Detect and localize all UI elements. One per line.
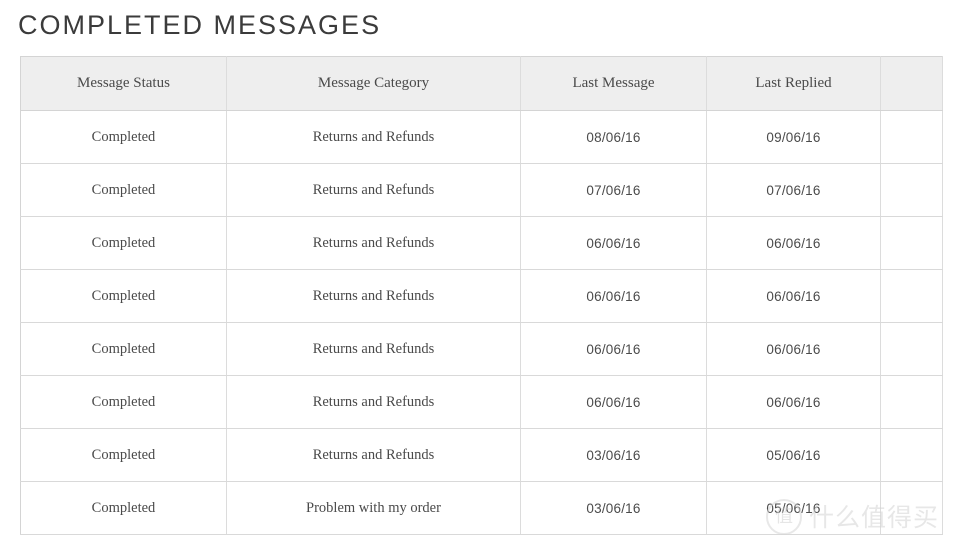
table-row[interactable]: Completed Returns and Refunds 07/06/16 0…: [20, 163, 943, 217]
cell-actions[interactable]: [880, 269, 943, 323]
cell-last-message: 06/06/16: [520, 322, 707, 376]
cell-last-replied: 09/06/16: [706, 110, 881, 164]
cell-actions[interactable]: [880, 322, 943, 376]
cell-last-replied: 05/06/16: [706, 481, 881, 535]
page-title: COMPLETED MESSAGES: [18, 10, 382, 40]
cell-message-category: Returns and Refunds: [226, 375, 521, 429]
cell-actions[interactable]: [880, 110, 943, 164]
cell-message-status: Completed: [20, 110, 227, 164]
column-header-message-category[interactable]: Message Category: [226, 56, 521, 111]
cell-last-message: 06/06/16: [520, 216, 707, 270]
column-header-last-message[interactable]: Last Message: [520, 56, 707, 111]
cell-actions[interactable]: [880, 375, 943, 429]
table-row[interactable]: Completed Returns and Refunds 03/06/16 0…: [20, 428, 943, 482]
cell-message-status: Completed: [20, 269, 227, 323]
table-body: Completed Returns and Refunds 08/06/16 0…: [20, 110, 943, 535]
column-header-actions: [880, 56, 943, 111]
cell-message-status: Completed: [20, 163, 227, 217]
completed-messages-table-container: Message Status Message Category Last Mes…: [20, 56, 943, 535]
cell-message-status: Completed: [20, 322, 227, 376]
cell-message-category: Returns and Refunds: [226, 428, 521, 482]
table-row[interactable]: Completed Returns and Refunds 06/06/16 0…: [20, 375, 943, 429]
cell-message-category: Problem with my order: [226, 481, 521, 535]
column-header-message-status[interactable]: Message Status: [20, 56, 227, 111]
cell-last-message: 07/06/16: [520, 163, 707, 217]
cell-last-replied: 06/06/16: [706, 216, 881, 270]
table-row[interactable]: Completed Returns and Refunds 08/06/16 0…: [20, 110, 943, 164]
cell-last-message: 03/06/16: [520, 428, 707, 482]
table-row[interactable]: Completed Problem with my order 03/06/16…: [20, 481, 943, 535]
cell-last-message: 06/06/16: [520, 269, 707, 323]
table-header-row: Message Status Message Category Last Mes…: [20, 56, 943, 111]
cell-message-status: Completed: [20, 216, 227, 270]
cell-last-replied: 06/06/16: [706, 322, 881, 376]
cell-last-message: 03/06/16: [520, 481, 707, 535]
cell-message-category: Returns and Refunds: [226, 322, 521, 376]
cell-last-message: 08/06/16: [520, 110, 707, 164]
table-row[interactable]: Completed Returns and Refunds 06/06/16 0…: [20, 269, 943, 323]
cell-message-category: Returns and Refunds: [226, 163, 521, 217]
table-row[interactable]: Completed Returns and Refunds 06/06/16 0…: [20, 216, 943, 270]
cell-last-replied: 06/06/16: [706, 269, 881, 323]
cell-actions[interactable]: [880, 163, 943, 217]
table-row[interactable]: Completed Returns and Refunds 06/06/16 0…: [20, 322, 943, 376]
table-header: Message Status Message Category Last Mes…: [20, 56, 943, 111]
cell-last-replied: 05/06/16: [706, 428, 881, 482]
cell-actions[interactable]: [880, 428, 943, 482]
cell-last-replied: 06/06/16: [706, 375, 881, 429]
cell-message-status: Completed: [20, 428, 227, 482]
column-header-last-replied[interactable]: Last Replied: [706, 56, 881, 111]
cell-message-status: Completed: [20, 375, 227, 429]
completed-messages-table: Message Status Message Category Last Mes…: [20, 56, 943, 535]
cell-message-status: Completed: [20, 481, 227, 535]
cell-last-replied: 07/06/16: [706, 163, 881, 217]
cell-message-category: Returns and Refunds: [226, 216, 521, 270]
cell-message-category: Returns and Refunds: [226, 269, 521, 323]
cell-last-message: 06/06/16: [520, 375, 707, 429]
cell-message-category: Returns and Refunds: [226, 110, 521, 164]
cell-actions[interactable]: [880, 481, 943, 535]
cell-actions[interactable]: [880, 216, 943, 270]
